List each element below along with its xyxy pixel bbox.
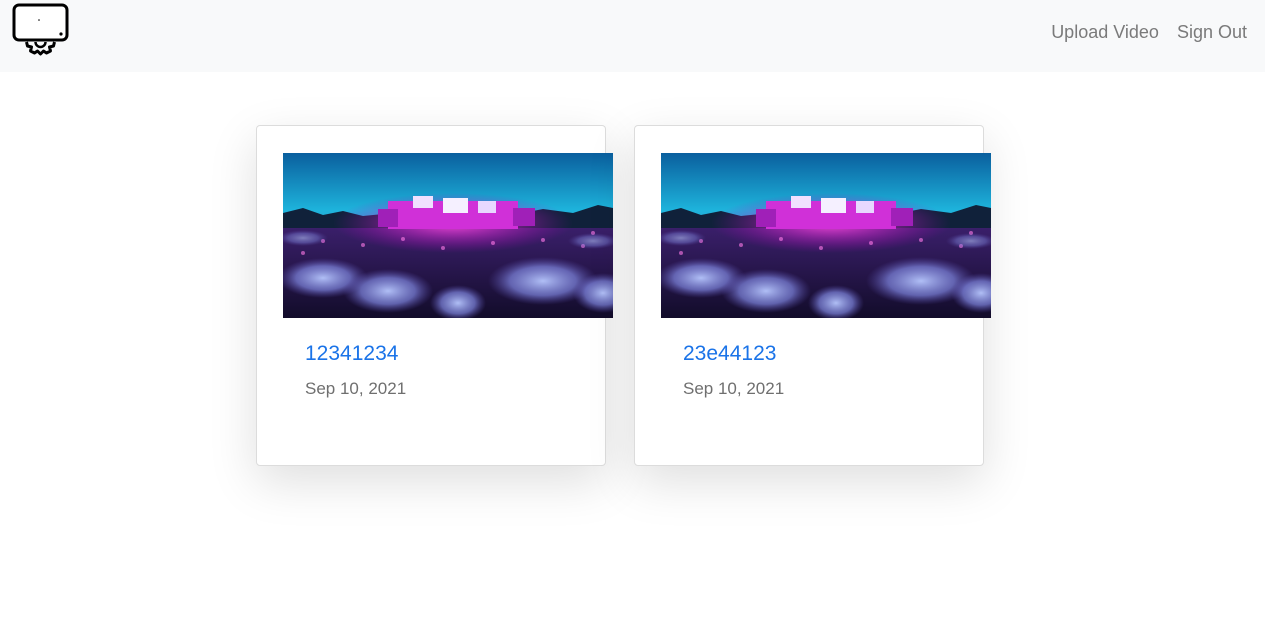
- video-card[interactable]: 23e44123 Sep 10, 2021: [634, 125, 984, 466]
- monitor-gear-icon[interactable]: [12, 3, 70, 59]
- video-date: Sep 10, 2021: [305, 379, 407, 398]
- sign-out-link[interactable]: Sign Out: [1177, 20, 1247, 44]
- video-thumbnail[interactable]: [283, 153, 613, 318]
- navbar: Upload Video Sign Out: [0, 0, 1265, 72]
- video-title-link[interactable]: 12341234: [305, 341, 398, 367]
- video-title-link[interactable]: 23e44123: [683, 341, 776, 367]
- video-card[interactable]: 12341234 Sep 10, 2021: [256, 125, 606, 466]
- upload-video-link[interactable]: Upload Video: [1051, 20, 1159, 44]
- video-thumbnail[interactable]: [661, 153, 991, 318]
- nav-links: Upload Video Sign Out: [1051, 20, 1247, 44]
- video-date: Sep 10, 2021: [683, 379, 785, 398]
